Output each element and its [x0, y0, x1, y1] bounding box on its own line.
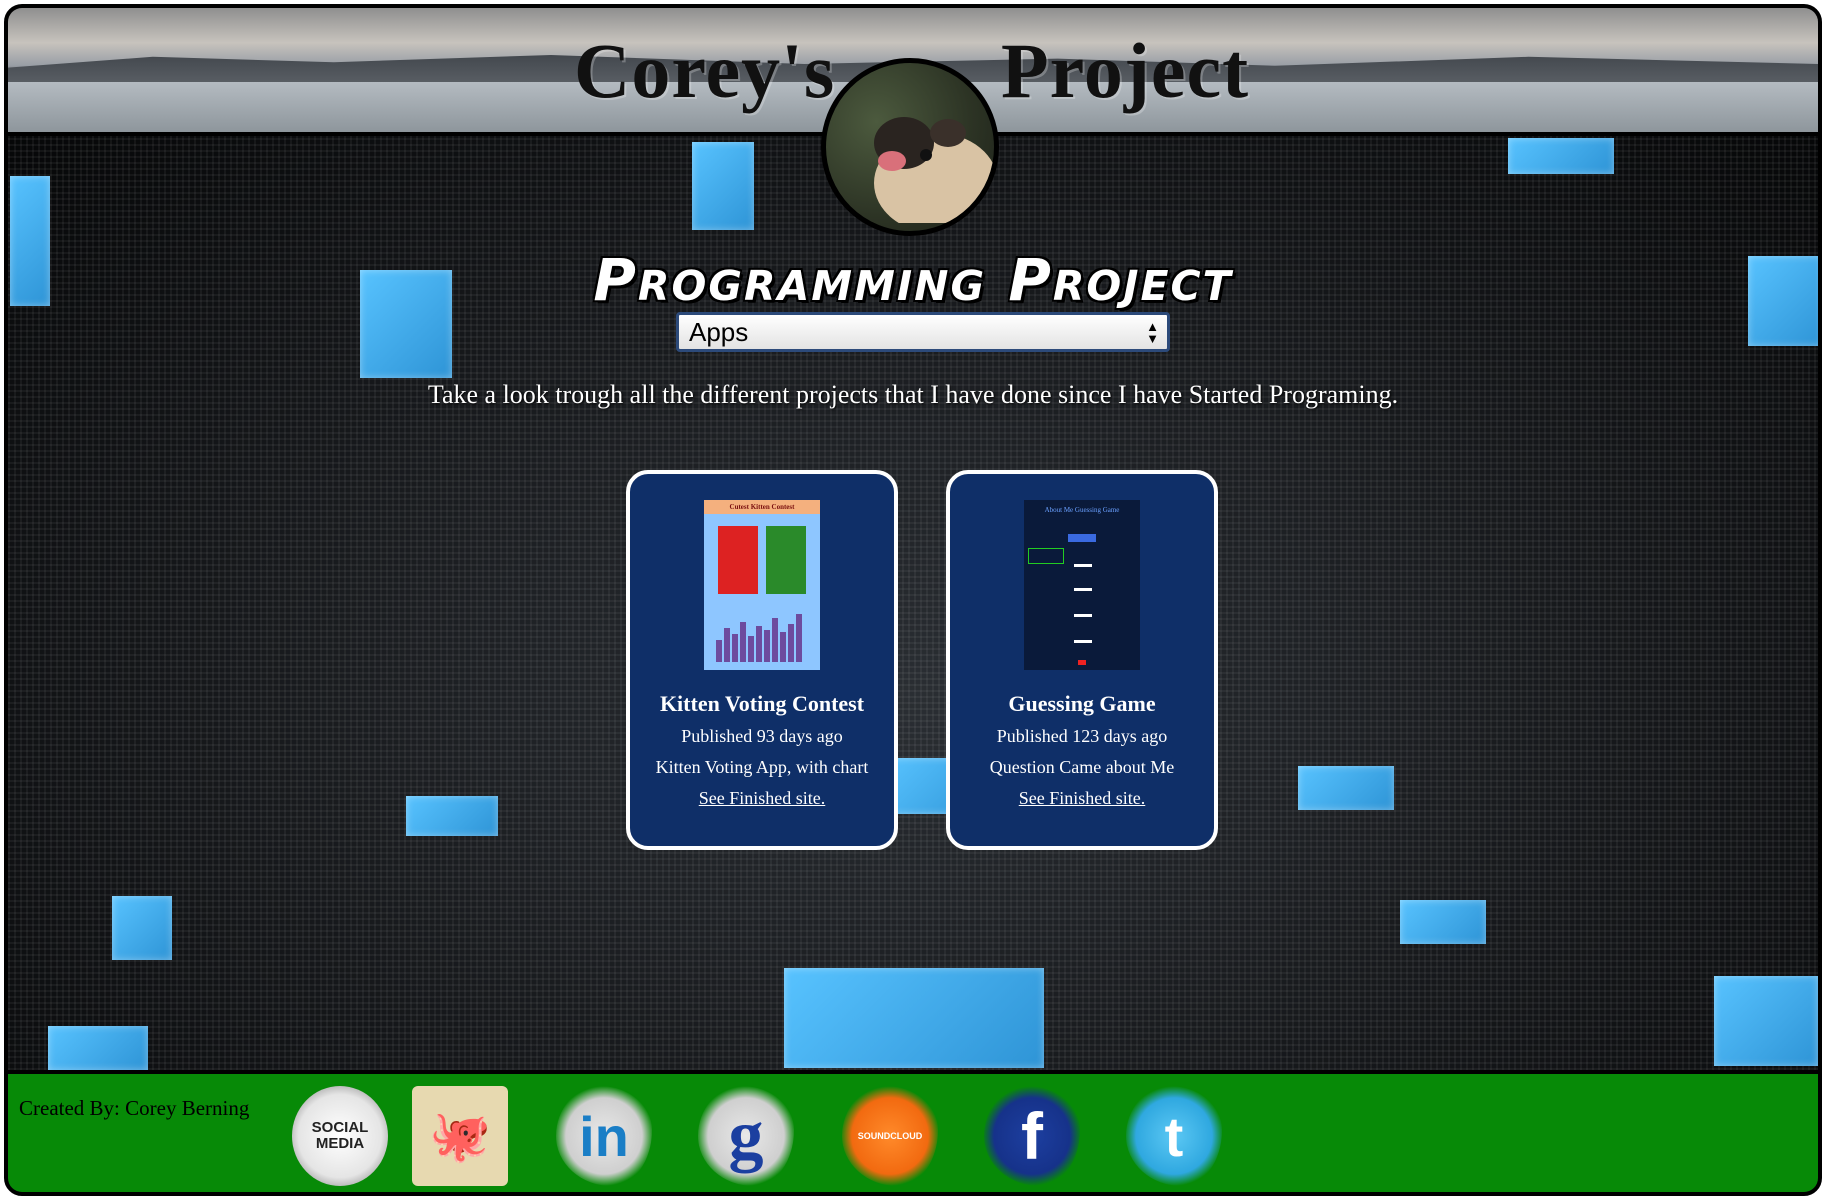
project-card: About Me Guessing Game Guessing Game Pub…: [946, 470, 1218, 850]
google-icon[interactable]: g: [698, 1086, 794, 1186]
facebook-icon[interactable]: f: [984, 1086, 1080, 1186]
bg-tile: [1400, 900, 1486, 944]
project-thumbnail[interactable]: Cutest Kitten Contest: [704, 500, 820, 670]
select-arrows-icon: ▲ ▼: [1146, 319, 1159, 346]
project-card: Cutest Kitten Contest Kitten Voting Cont…: [626, 470, 898, 850]
intro-text: Take a look trough all the different pro…: [427, 380, 1399, 409]
see-finished-site-link[interactable]: See Finished site.: [630, 788, 894, 809]
bg-tile: [406, 796, 498, 836]
footer-credit: Created By: Corey Berning: [19, 1096, 250, 1120]
thumb-kitten-right: [766, 526, 806, 594]
bg-tile: [692, 142, 754, 230]
soundcloud-icon[interactable]: SOUNDCLOUD: [842, 1086, 938, 1186]
project-title: Guessing Game: [1008, 691, 1156, 716]
thumb-input: [1074, 564, 1092, 567]
github-octocat-icon[interactable]: 🐙: [412, 1086, 508, 1186]
category-select[interactable]: Apps ▲ ▼: [676, 312, 1170, 352]
page-subtitle: Programming Project: [593, 246, 1233, 314]
thumb-chart: [716, 614, 802, 662]
bg-tile: [1714, 976, 1818, 1066]
thumb-box: [1028, 548, 1064, 564]
project-published: Published 123 days ago: [996, 726, 1168, 746]
linkedin-icon[interactable]: in: [556, 1086, 652, 1186]
avatar: [821, 58, 999, 236]
bg-tile: [1298, 766, 1394, 810]
bg-tile: [112, 896, 172, 960]
twitter-icon[interactable]: t: [1126, 1086, 1222, 1186]
category-select-value: Apps: [689, 317, 749, 347]
thumb-kitten-left: [718, 526, 758, 594]
site-title-left: Corey's: [574, 27, 836, 114]
thumb-heading: Cutest Kitten Contest: [704, 500, 820, 514]
thumb-start-button: [1068, 534, 1096, 542]
bg-tile: [784, 968, 1044, 1068]
thumb-input: [1074, 614, 1092, 617]
page-frame: Corey's Project Programming Project Apps: [4, 4, 1822, 1196]
project-thumbnail[interactable]: About Me Guessing Game: [1024, 500, 1140, 670]
project-description: Question Came about Me: [989, 757, 1175, 777]
social-media-icon[interactable]: SOCIAL MEDIA: [292, 1086, 388, 1186]
footer: Created By: Corey Berning SOCIAL MEDIA 🐙…: [8, 1070, 1818, 1192]
see-finished-site-link[interactable]: See Finished site.: [950, 788, 1214, 809]
project-published: Published 93 days ago: [681, 726, 843, 746]
project-title: Kitten Voting Contest: [659, 691, 865, 716]
bg-tile: [1508, 138, 1614, 174]
site-title-right: Project: [1001, 27, 1250, 114]
thumb-input: [1074, 640, 1092, 643]
pug-avatar-image: [874, 117, 994, 223]
main-section: Programming Project Apps ▲ ▼ Take a look …: [8, 136, 1818, 1070]
project-description: Kitten Voting App, with chart: [655, 757, 869, 777]
thumb-submit: [1078, 660, 1086, 665]
thumb-heading: About Me Guessing Game: [1044, 506, 1120, 514]
bg-tile: [48, 1026, 148, 1070]
thumb-input: [1074, 588, 1092, 591]
